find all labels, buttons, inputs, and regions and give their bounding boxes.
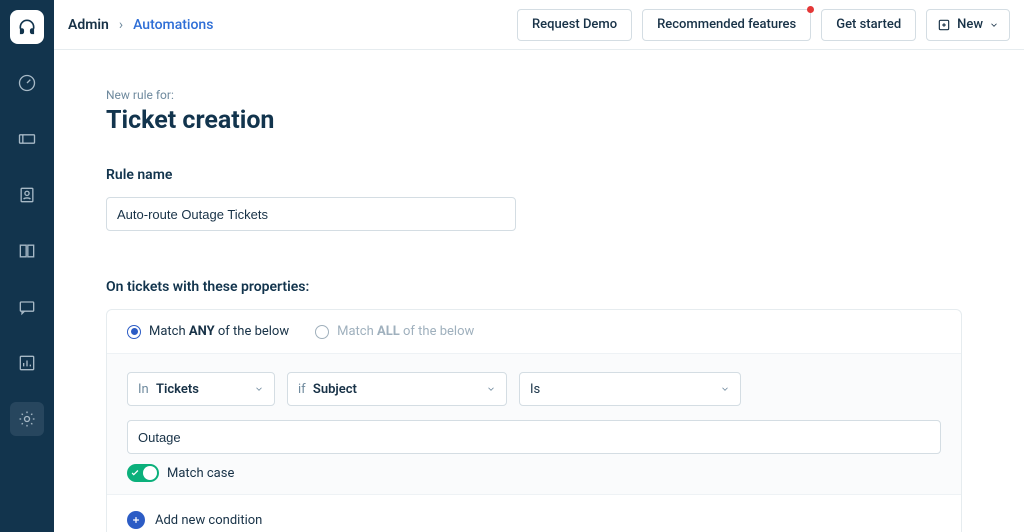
app-logo[interactable] — [10, 10, 44, 44]
match-all-label: Match ALL of the below — [337, 324, 474, 339]
gauge-icon — [17, 73, 37, 93]
match-any-label: Match ANY of the below — [149, 324, 289, 339]
person-icon — [17, 185, 37, 205]
condition-field-select[interactable]: if Subject — [287, 372, 507, 406]
breadcrumb-current[interactable]: Automations — [133, 17, 213, 33]
get-started-label: Get started — [836, 17, 901, 32]
book-icon — [17, 241, 37, 261]
new-button-label: New — [957, 17, 983, 32]
nav-admin[interactable] — [10, 402, 44, 436]
recommended-features-button[interactable]: Recommended features — [642, 9, 811, 41]
page-title: Ticket creation — [106, 106, 962, 135]
condition-operator-select[interactable]: Is — [519, 372, 741, 406]
condition-value-input[interactable] — [127, 420, 941, 454]
request-demo-button[interactable]: Request Demo — [517, 9, 632, 41]
match-case-toggle[interactable] — [127, 464, 159, 482]
chevron-down-icon — [486, 384, 496, 394]
radio-checked-icon — [127, 325, 141, 339]
app-root: Admin › Automations Request Demo Recomme… — [0, 0, 1024, 532]
new-button[interactable]: New — [926, 9, 1010, 41]
nav-reports[interactable] — [10, 346, 44, 380]
plus-circle-icon — [127, 511, 145, 529]
match-any-radio[interactable]: Match ANY of the below — [127, 324, 289, 339]
gear-icon — [17, 409, 37, 429]
rule-name-label: Rule name — [106, 167, 962, 183]
radio-unchecked-icon — [315, 325, 329, 339]
breadcrumb-root[interactable]: Admin — [68, 17, 109, 33]
ticket-icon — [17, 129, 37, 149]
add-condition-button[interactable]: Add new condition — [107, 494, 961, 532]
chevron-down-icon — [720, 384, 730, 394]
topbar: Admin › Automations Request Demo Recomme… — [54, 0, 1024, 50]
rule-kicker: New rule for: — [106, 88, 962, 102]
sidebar — [0, 0, 54, 532]
condition-value-row — [127, 420, 941, 454]
add-condition-label: Add new condition — [155, 513, 262, 528]
properties-box: Match ANY of the below Match ALL of the … — [106, 309, 962, 532]
match-case-row: Match case — [127, 464, 941, 482]
request-demo-label: Request Demo — [532, 17, 617, 32]
rule-name-input[interactable] — [106, 197, 516, 231]
headphones-icon — [17, 17, 37, 37]
chat-icon — [17, 297, 37, 317]
bar-chart-icon — [17, 353, 37, 373]
nav-knowledge[interactable] — [10, 234, 44, 268]
condition-entity-select[interactable]: In Tickets — [127, 372, 275, 406]
match-type-row: Match ANY of the below Match ALL of the … — [107, 310, 961, 353]
notification-dot-icon — [807, 6, 814, 13]
chevron-down-icon — [989, 20, 999, 30]
nav-chat[interactable] — [10, 290, 44, 324]
nav-contacts[interactable] — [10, 178, 44, 212]
chevron-right-icon: › — [119, 17, 123, 33]
get-started-button[interactable]: Get started — [821, 9, 916, 41]
main-area: Admin › Automations Request Demo Recomme… — [54, 0, 1024, 532]
match-case-label: Match case — [167, 466, 234, 481]
nav-tickets[interactable] — [10, 122, 44, 156]
check-icon — [130, 468, 140, 478]
condition-selectors: In Tickets if Subject Is — [127, 372, 941, 406]
recommended-features-label: Recommended features — [657, 17, 796, 32]
match-all-radio[interactable]: Match ALL of the below — [315, 324, 474, 339]
content: New rule for: Ticket creation Rule name … — [54, 50, 1014, 532]
properties-section-label: On tickets with these properties: — [106, 279, 962, 295]
plus-square-icon — [937, 18, 951, 32]
nav-dashboard[interactable] — [10, 66, 44, 100]
breadcrumb: Admin › Automations — [68, 17, 213, 33]
condition-block: In Tickets if Subject Is — [107, 353, 961, 494]
content-scroll[interactable]: New rule for: Ticket creation Rule name … — [54, 50, 1024, 532]
chevron-down-icon — [254, 384, 264, 394]
